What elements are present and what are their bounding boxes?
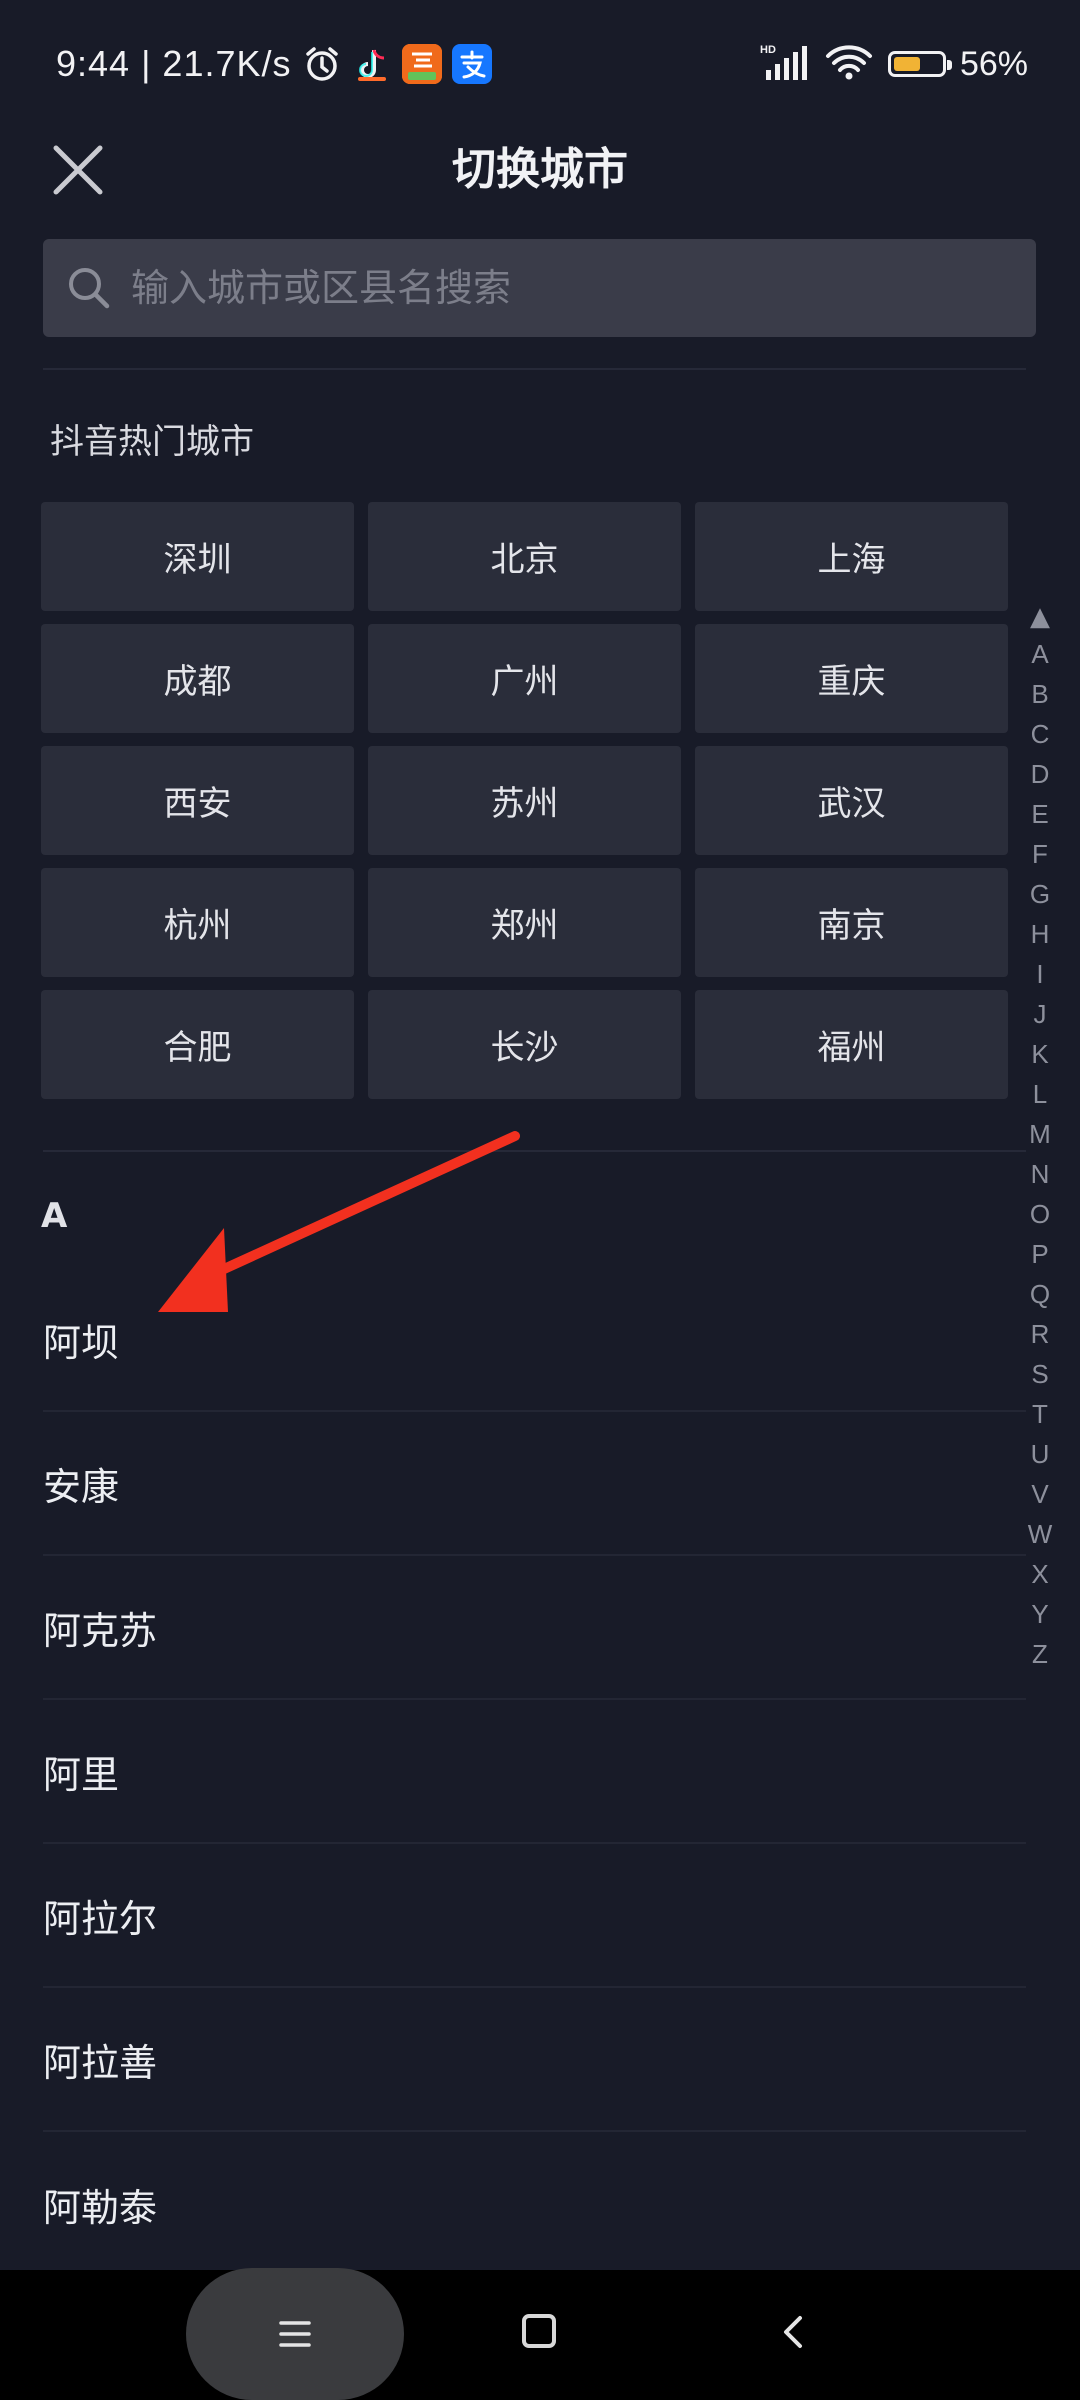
city-row-aletai[interactable]: 阿勒泰 [43,2132,1026,2276]
recent-apps-button[interactable] [186,2268,404,2400]
city-row-alashan[interactable]: 阿拉善 [43,1988,1026,2132]
alpha-index-i[interactable]: I [1016,954,1064,994]
home-button[interactable] [522,2314,556,2348]
wifi-icon [824,42,874,86]
hot-city-shanghai[interactable]: 上海 [695,502,1008,611]
page-title: 切换城市 [452,144,628,195]
alpha-index-c[interactable]: C [1016,714,1064,754]
alpha-index-k[interactable]: K [1016,1034,1064,1074]
alpha-index-l[interactable]: L [1016,1074,1064,1114]
city-list: 阿坝 安康 阿克苏 阿里 阿拉尔 阿拉善 阿勒泰 [43,1268,1026,2276]
back-icon [784,2316,802,2348]
alpha-index-q[interactable]: Q [1016,1274,1064,1314]
divider [43,368,1026,370]
alpha-index-p[interactable]: P [1016,1234,1064,1274]
alpha-index-t[interactable]: T [1016,1394,1064,1434]
alphabet-index[interactable]: ▲ ABCDEFGHIJKLMNOPQRSTUVWXYZ [1016,600,1064,1674]
network-badge: HD [760,44,776,56]
battery-percent: 56% [959,44,1028,83]
alpha-index-w[interactable]: W [1016,1514,1064,1554]
section-header-a: A [41,1196,68,1236]
hot-city-xian[interactable]: 西安 [41,746,354,855]
alpha-index-j[interactable]: J [1016,994,1064,1034]
hot-city-changsha[interactable]: 长沙 [368,990,681,1099]
status-bar: 9:44 | 21.7K/s HD 56% [0,0,1080,126]
menu-icon [279,2321,311,2347]
search-input[interactable] [129,265,993,311]
alpha-index-n[interactable]: N [1016,1154,1064,1194]
hot-city-wuhan[interactable]: 武汉 [695,746,1008,855]
hot-cities-title: 抖音热门城市 [50,422,254,462]
alpha-index-g[interactable]: G [1016,874,1064,914]
alpha-index-z[interactable]: Z [1016,1634,1064,1674]
hot-city-chongqing[interactable]: 重庆 [695,624,1008,733]
alpha-index-u[interactable]: U [1016,1434,1064,1474]
hot-city-nanjing[interactable]: 南京 [695,868,1008,977]
alpha-index-r[interactable]: R [1016,1314,1064,1354]
hot-city-fuzhou[interactable]: 福州 [695,990,1008,1099]
status-right: HD 56% [760,36,1028,92]
alpha-index-v[interactable]: V [1016,1474,1064,1514]
battery-fill [893,57,920,71]
alipay-icon [451,44,492,84]
city-row-ali[interactable]: 阿里 [43,1700,1026,1844]
battery-icon [887,51,952,77]
search-box[interactable] [43,239,1036,337]
hot-city-chengdu[interactable]: 成都 [41,624,354,733]
alarm-icon [302,44,342,84]
status-time-speed: 9:44 | 21.7K/s [56,43,292,84]
hot-cities-grid: 深圳 北京 上海 成都 广州 重庆 西安 苏州 武汉 杭州 郑州 南京 合肥 长… [41,502,1009,1099]
alpha-index-a[interactable]: A [1016,634,1064,674]
search-icon [69,268,110,309]
hot-city-beijing[interactable]: 北京 [368,502,681,611]
divider [43,1150,1026,1152]
signal-icon: HD [760,42,810,86]
city-row-aba[interactable]: 阿坝 [43,1268,1026,1412]
alpha-index-s[interactable]: S [1016,1354,1064,1394]
hot-city-suzhou[interactable]: 苏州 [368,746,681,855]
alpha-index-y[interactable]: Y [1016,1594,1064,1634]
alpha-index-x[interactable]: X [1016,1554,1064,1594]
hot-city-zhengzhou[interactable]: 郑州 [368,868,681,977]
back-button[interactable] [770,2308,818,2356]
alpha-index-d[interactable]: D [1016,754,1064,794]
scroll-top-icon[interactable]: ▲ [1030,600,1050,634]
city-row-alaer[interactable]: 阿拉尔 [43,1844,1026,1988]
hot-city-hefei[interactable]: 合肥 [41,990,354,1099]
status-left: 9:44 | 21.7K/s [56,36,492,92]
battery-cap [946,60,952,70]
alpha-index-e[interactable]: E [1016,794,1064,834]
alpha-index-m[interactable]: M [1016,1114,1064,1154]
tiktok-icon [352,44,392,84]
alpha-index-f[interactable]: F [1016,834,1064,874]
hot-city-shenzhen[interactable]: 深圳 [41,502,354,611]
alpha-index-o[interactable]: O [1016,1194,1064,1234]
alpha-index-b[interactable]: B [1016,674,1064,714]
city-row-akesu[interactable]: 阿克苏 [43,1556,1026,1700]
hot-city-guangzhou[interactable]: 广州 [368,624,681,733]
taobao-icon [401,44,442,84]
alpha-index-h[interactable]: H [1016,914,1064,954]
hot-city-hangzhou[interactable]: 杭州 [41,868,354,977]
city-row-ankang[interactable]: 安康 [43,1412,1026,1556]
